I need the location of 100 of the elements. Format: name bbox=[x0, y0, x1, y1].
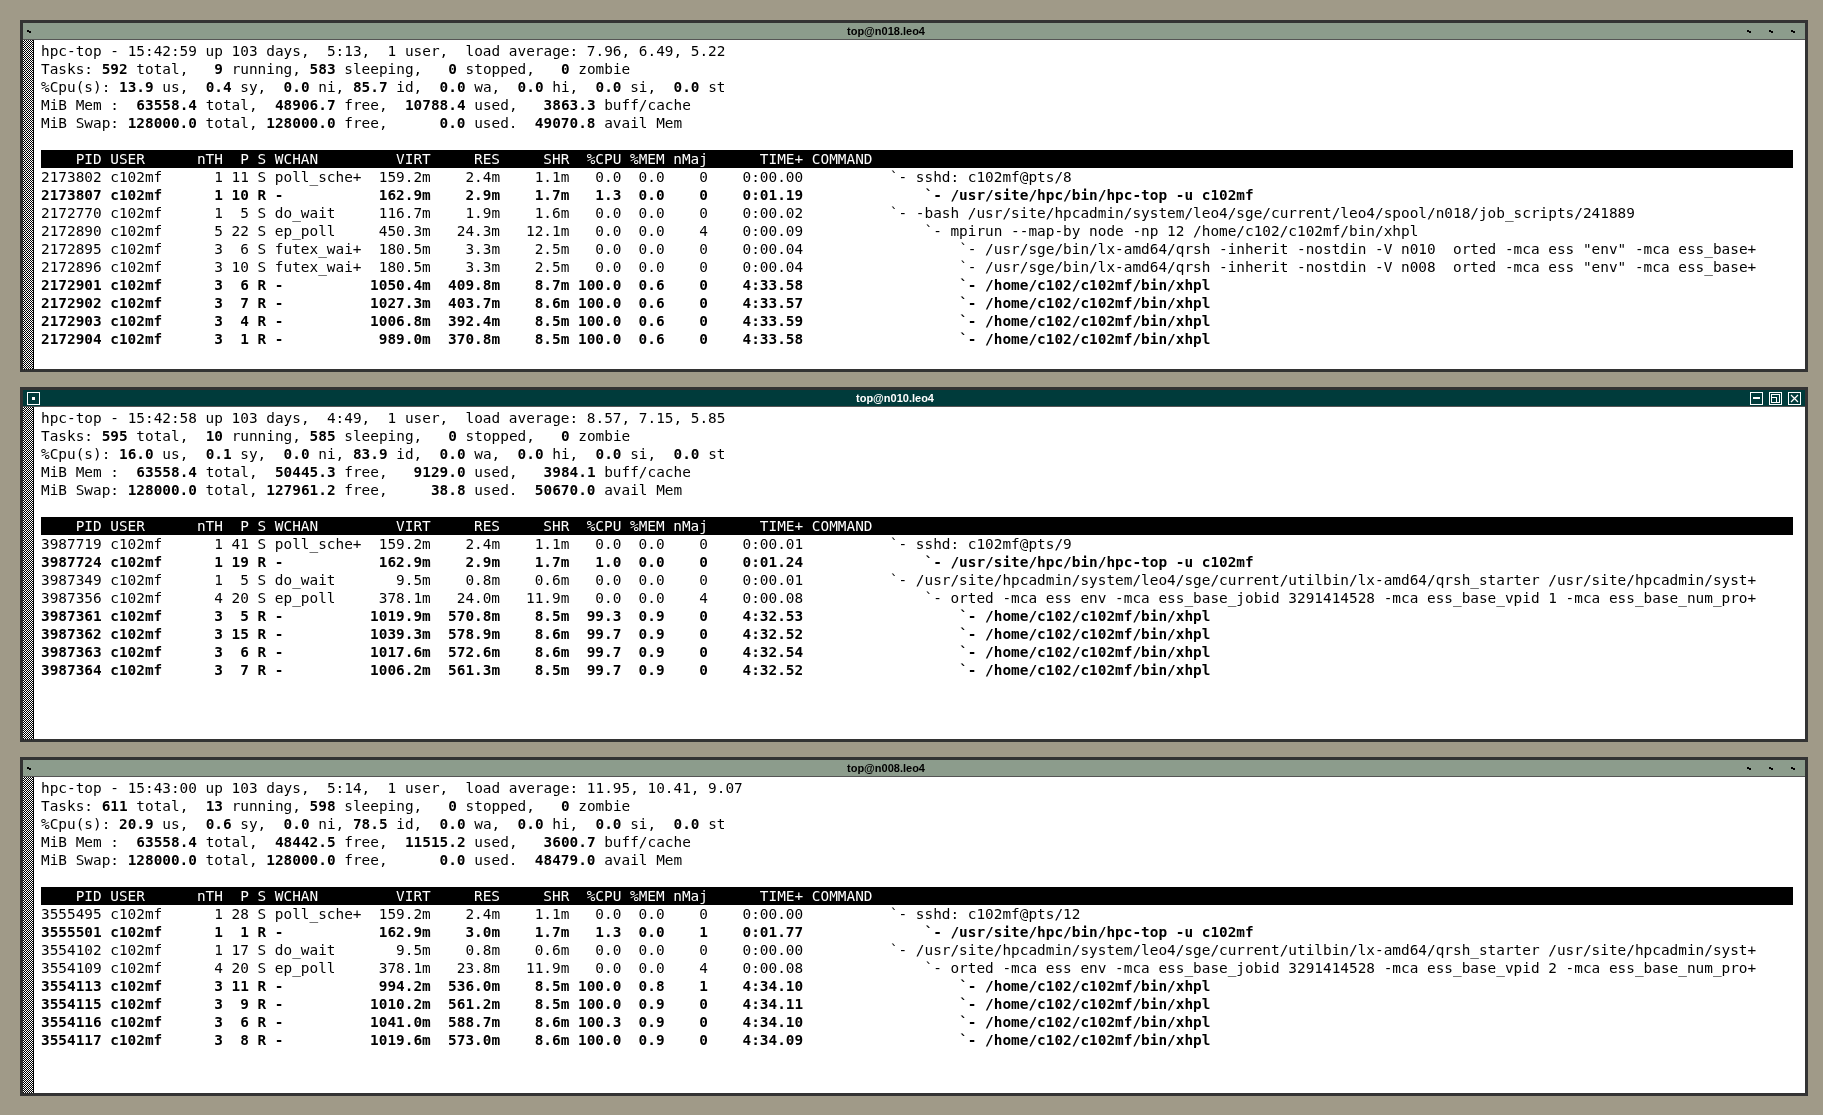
table-cell: S bbox=[257, 905, 267, 923]
table-cell-text: - bbox=[274, 294, 285, 312]
table-cell-text: 0.6m bbox=[533, 941, 570, 959]
table-cell-text: 3 bbox=[213, 1031, 223, 1049]
restore-button[interactable] bbox=[1769, 391, 1782, 405]
table-cell-text: 1 bbox=[213, 941, 223, 959]
minimize-button[interactable] bbox=[1750, 391, 1763, 405]
table-cell: 3554115 bbox=[41, 995, 102, 1013]
table-cell-text: 0.0 bbox=[637, 905, 665, 923]
command-cell: `- /home/c102/c102mf/bin/xhpl bbox=[959, 1013, 1211, 1031]
table-cell-text: 12.1m bbox=[525, 222, 570, 240]
table-cell-text: 3 bbox=[213, 643, 223, 661]
table-cell-text: ep_poll bbox=[274, 959, 337, 977]
table-cell: 3987362 bbox=[41, 625, 102, 643]
table-cell-text: 0.0 bbox=[637, 222, 665, 240]
command-cell: `- /usr/site/hpc/bin/hpc-top -u c102mf bbox=[924, 553, 1254, 571]
table-cell-text: ep_poll bbox=[274, 222, 337, 240]
table-cell: R bbox=[257, 643, 267, 661]
column-header: nMaj bbox=[673, 517, 708, 535]
table-cell: 1050.4m bbox=[370, 276, 431, 294]
table-cell-text: 180.5m bbox=[377, 240, 431, 258]
scrollbar[interactable] bbox=[23, 407, 34, 739]
table-cell: 100.0 bbox=[578, 276, 622, 294]
table-cell-text: 2.4m bbox=[464, 905, 501, 923]
table-cell-text: 0 bbox=[698, 625, 708, 643]
table-cell-text: 409.8m bbox=[447, 276, 501, 294]
table-cell: 3987719 bbox=[41, 535, 102, 553]
table-cell-text: 1.3 bbox=[594, 186, 622, 204]
table-cell-text: 3 bbox=[213, 294, 223, 312]
table-cell-text: 561.2m bbox=[447, 995, 501, 1013]
column-header: TIME+ bbox=[758, 887, 804, 905]
table-cell-text: 0.0 bbox=[594, 959, 622, 977]
column-header: SHR bbox=[542, 517, 570, 535]
table-cell: 3555495 bbox=[41, 905, 102, 923]
close-icon bbox=[1790, 393, 1799, 403]
table-cell-text: 1 bbox=[213, 168, 223, 186]
table-cell: 3987356 bbox=[41, 589, 102, 607]
close-button[interactable] bbox=[1788, 391, 1801, 405]
table-cell: 10 bbox=[231, 186, 249, 204]
table-cell-text: 6 bbox=[239, 1013, 249, 1031]
column-header: SHR bbox=[542, 887, 570, 905]
table-cell-text: 9.5m bbox=[395, 571, 431, 589]
table-cell-text: 159.2m bbox=[377, 168, 431, 186]
table-cell: R bbox=[257, 923, 267, 941]
column-header: %MEM bbox=[629, 150, 665, 168]
table-cell-text: 1.3 bbox=[594, 923, 622, 941]
table-cell-text: - bbox=[274, 1031, 285, 1049]
summary-line: MiB Swap: 128000.0 total, 128000.0 free, 0.0 used. 49070.8 avail Mem bbox=[41, 114, 683, 132]
table-cell: 100.0 bbox=[578, 312, 622, 330]
table-cell-text: 4:33.58 bbox=[741, 276, 804, 294]
command-cell: `- -bash /usr/site/hpcadmin/system/leo4/sge/current/leo4/spool/n018/job_scripts/241889 bbox=[889, 204, 1635, 222]
summary-line: %Cpu(s): 16.0 us, 0.1 sy, 0.0 ni, 83.9 id, 0.0 wa, 0.0 hi, 0.0 si, 0.0 st bbox=[41, 445, 726, 463]
command-cell: `- orted -mca ess env -mca ess_base_jobid 3291414528 -mca ess_base_vpid 2 -mca ess_base_num_pro+ bbox=[924, 959, 1757, 977]
table-cell: 41 bbox=[231, 535, 249, 553]
column-header: WCHAN bbox=[274, 887, 320, 905]
table-cell-text: 994.2m bbox=[377, 977, 431, 995]
table-cell-text: 1 bbox=[239, 330, 249, 348]
table-cell: R bbox=[257, 1031, 267, 1049]
scrollbar[interactable] bbox=[23, 40, 34, 369]
column-header: %CPU bbox=[585, 150, 622, 168]
table-cell-text: 3 bbox=[213, 312, 223, 330]
table-cell-text: 4:32.52 bbox=[741, 625, 804, 643]
command-cell: `- /home/c102/c102mf/bin/xhpl bbox=[959, 625, 1211, 643]
column-header: S bbox=[257, 887, 267, 905]
table-cell-text: 8.6m bbox=[533, 294, 570, 312]
table-cell-text: 0.0 bbox=[594, 240, 622, 258]
table-cell-text: c102mf bbox=[110, 959, 164, 977]
window-title: top@n010.leo4 bbox=[855, 391, 935, 406]
window-menu-button[interactable] bbox=[27, 391, 40, 405]
table-cell-text: 4:32.52 bbox=[741, 661, 804, 679]
table-cell-text: 0 bbox=[698, 258, 708, 276]
table-cell-text: 3.0m bbox=[464, 923, 501, 941]
summary-line: %Cpu(s): 20.9 us, 0.6 sy, 0.0 ni, 78.5 id, 0.0 wa, 0.0 hi, 0.0 si, 0.0 st bbox=[41, 815, 726, 833]
table-cell: S bbox=[257, 959, 267, 977]
table-cell-text: c102mf bbox=[110, 294, 164, 312]
table-cell-text: 0.8m bbox=[464, 571, 501, 589]
table-cell-text: 162.9m bbox=[377, 186, 431, 204]
table-cell-text: 1.6m bbox=[533, 204, 570, 222]
command-cell: `- /home/c102/c102mf/bin/xhpl bbox=[959, 643, 1211, 661]
window-title: top@n008.leo4 bbox=[846, 761, 926, 776]
table-cell: 22 bbox=[231, 222, 249, 240]
summary-line: hpc-top - 15:42:59 up 103 days, 5:13, 1 user, load average: 7.96, 6.49, 5.22 bbox=[41, 42, 726, 60]
table-cell-text: 0.9 bbox=[637, 661, 665, 679]
table-cell-text: 0.0 bbox=[637, 535, 665, 553]
table-cell-text: 2.4m bbox=[464, 535, 501, 553]
table-cell-text: 572.6m bbox=[447, 643, 501, 661]
column-header: VIRT bbox=[395, 887, 431, 905]
table-cell-text: 8.6m bbox=[533, 625, 570, 643]
table-cell-text: 0 bbox=[698, 168, 708, 186]
table-cell-text: - bbox=[274, 995, 285, 1013]
command-cell: `- orted -mca ess env -mca ess_base_jobid 3291414528 -mca ess_base_vpid 1 -mca ess_base_num_pro+ bbox=[924, 589, 1757, 607]
table-cell: 3554113 bbox=[41, 977, 102, 995]
table-cell-text: 0 bbox=[698, 571, 708, 589]
table-cell-text: 0.0 bbox=[594, 258, 622, 276]
scrollbar[interactable] bbox=[23, 777, 34, 1093]
table-cell-text: 0.0 bbox=[594, 168, 622, 186]
command-cell: `- /home/c102/c102mf/bin/xhpl bbox=[959, 607, 1211, 625]
table-cell: poll_sche+ bbox=[274, 168, 362, 186]
table-cell-text: 0.0 bbox=[594, 571, 622, 589]
table-cell-text: 0.9 bbox=[637, 1013, 665, 1031]
